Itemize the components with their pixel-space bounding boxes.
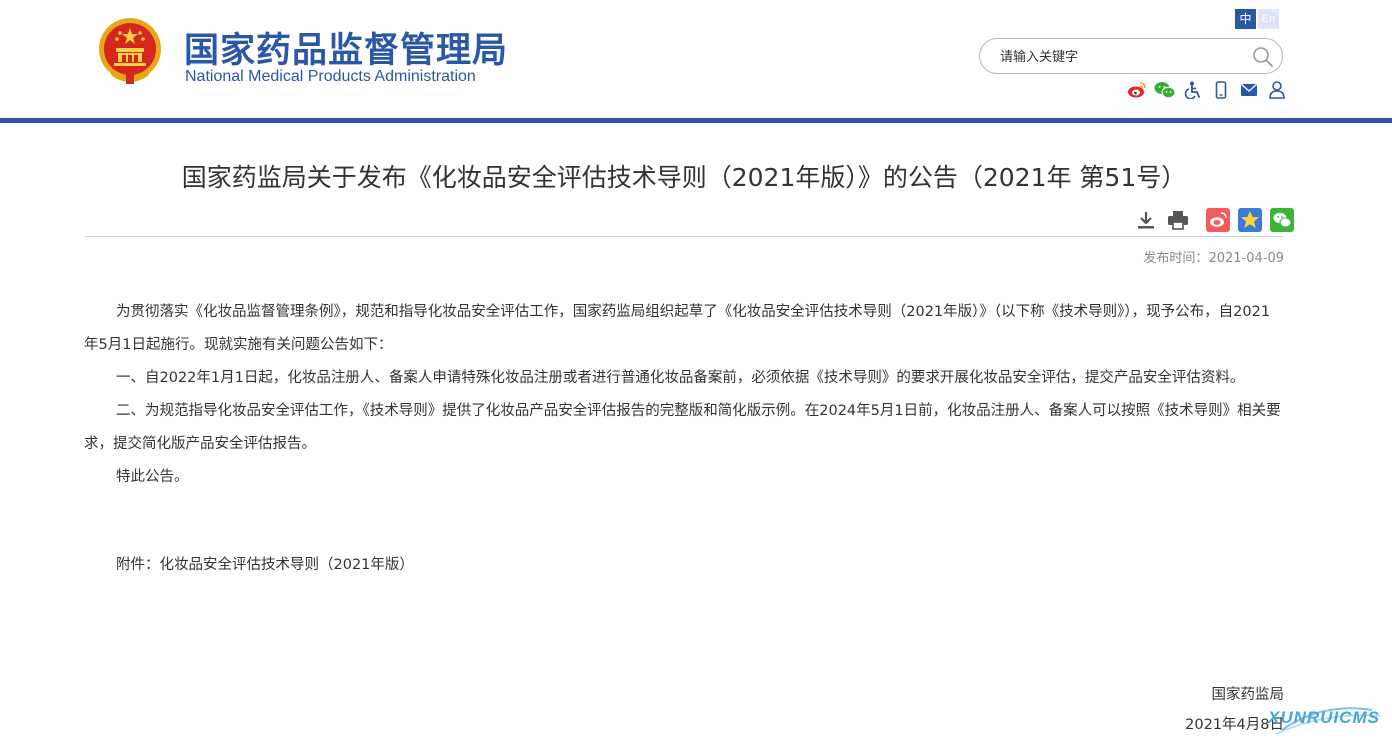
- lang-english-button[interactable]: En: [1258, 9, 1279, 29]
- user-icon[interactable]: [1266, 80, 1288, 100]
- attachment-line: 附件：化妆品安全评估技术导则（2021年版）: [116, 553, 414, 574]
- header-tool-icons: [1126, 80, 1288, 100]
- weibo-icon[interactable]: [1126, 80, 1148, 100]
- body-paragraph: 为贯彻落实《化妆品监督管理条例》，规范和指导化妆品安全评估工作，国家药监局组织起…: [84, 304, 1271, 353]
- article-title: 国家药监局关于发布《化妆品安全评估技术导则（2021年版）》的公告（2021年 …: [181, 163, 1187, 192]
- body-paragraph: 特此公告。: [116, 469, 189, 485]
- share-toolbar: [1134, 208, 1294, 232]
- signer: 国家药监局: [1211, 687, 1285, 703]
- xunruicms-watermark-logo: XUNRUICMS: [1262, 700, 1388, 742]
- sign-date: 2021年4月8日: [1185, 717, 1284, 733]
- mail-icon[interactable]: [1238, 80, 1260, 100]
- publish-time-value: 2021-04-09: [1208, 251, 1284, 266]
- favorite-star-icon[interactable]: [1238, 208, 1262, 232]
- site-name-cn[interactable]: 国家药品监督管理局: [184, 22, 508, 73]
- lang-chinese-button[interactable]: 中: [1235, 9, 1256, 29]
- site-name-en[interactable]: National Medical Products Administration: [185, 68, 476, 86]
- attachment-label: 附件：: [116, 557, 160, 573]
- download-icon[interactable]: [1134, 208, 1158, 232]
- weibo-share-icon[interactable]: [1206, 208, 1230, 232]
- national-emblem-logo[interactable]: [96, 16, 164, 86]
- wechat-icon[interactable]: [1154, 80, 1176, 100]
- site-header: 国家药品监督管理局 National Medical Products Admi…: [0, 0, 1392, 118]
- header-divider: [0, 118, 1392, 123]
- body-paragraph: 二、为规范指导化妆品安全评估工作，《技术导则》提供了化妆品产品安全评估报告的完整…: [84, 403, 1281, 452]
- watermark-text: XUNRUICMS: [1268, 708, 1380, 727]
- print-icon[interactable]: [1166, 208, 1190, 232]
- title-divider: [84, 236, 1284, 237]
- search-icon[interactable]: [1252, 46, 1274, 68]
- publish-time-label: 发布时间：: [1143, 251, 1209, 266]
- attachment-link[interactable]: 化妆品安全评估技术导则（2021年版）: [160, 557, 414, 573]
- search-input[interactable]: [1000, 47, 1240, 67]
- search-box: [979, 38, 1283, 74]
- mobile-icon[interactable]: [1210, 80, 1232, 100]
- accessibility-icon[interactable]: [1182, 80, 1204, 100]
- article-body: 为贯彻落实《化妆品监督管理条例》，规范和指导化妆品安全评估工作，国家药监局组织起…: [84, 296, 1284, 494]
- body-paragraph: 一、自2022年1月1日起，化妆品注册人、备案人申请特殊化妆品注册或者进行普通化…: [116, 370, 1245, 386]
- wechat-share-icon[interactable]: [1270, 208, 1294, 232]
- publish-time: 发布时间：2021-04-09: [984, 247, 1284, 266]
